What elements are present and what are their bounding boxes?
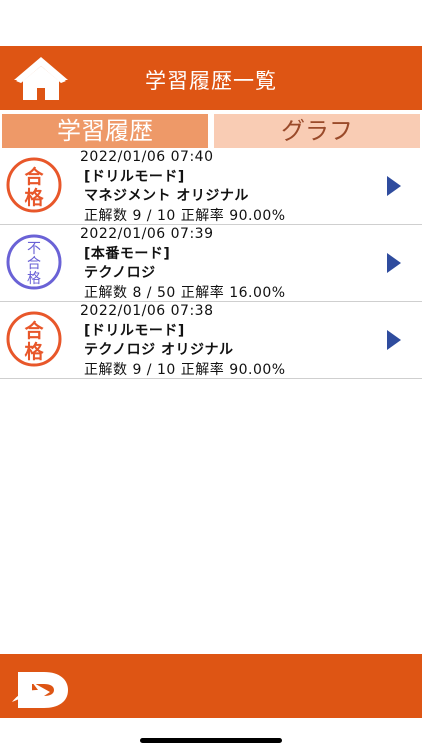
badge-text: 合	[24, 165, 44, 188]
history-row[interactable]: 不 合 格 2022/01/06 07:39 [本番モード] テクノロジ 正解数…	[0, 225, 422, 302]
history-category: テクノロジ オリジナル	[84, 342, 234, 358]
badge-text: 合	[27, 256, 41, 272]
history-date: 2022/01/06 07:39	[80, 226, 214, 242]
badge-text: 格	[27, 271, 41, 287]
badge-text: 格	[24, 186, 44, 209]
history-list: 合 格 2022/01/06 07:40 [ドリルモード] マネジメント オリジ…	[0, 148, 422, 379]
history-mode: [ドリルモード]	[84, 169, 185, 185]
badge-text: 合	[24, 319, 44, 342]
history-date: 2022/01/06 07:38	[80, 303, 214, 319]
history-score: 正解数 9 / 10 正解率 90.00%	[84, 208, 286, 224]
chevron-right-icon[interactable]	[387, 176, 401, 196]
page-title: 学習履歴一覧	[145, 69, 277, 93]
badge-text: 不	[27, 241, 41, 257]
tab-history[interactable]: 学習履歴	[2, 114, 208, 148]
history-row[interactable]: 合 格 2022/01/06 07:40 [ドリルモード] マネジメント オリジ…	[0, 148, 422, 225]
chevron-right-icon[interactable]	[387, 253, 401, 273]
app-header: 学習履歴一覧	[0, 46, 422, 110]
pass-badge-icon: 合 格	[6, 311, 62, 367]
tab-graph[interactable]: グラフ	[214, 114, 420, 148]
tab-bar: 学習履歴 グラフ	[0, 110, 422, 148]
history-mode: [ドリルモード]	[84, 323, 185, 339]
fail-badge-icon: 不 合 格	[6, 234, 62, 290]
pass-badge-icon: 合 格	[6, 157, 62, 213]
chevron-right-icon[interactable]	[387, 330, 401, 350]
history-score: 正解数 8 / 50 正解率 16.00%	[84, 285, 286, 301]
history-category: テクノロジ	[84, 265, 156, 281]
app-footer	[0, 654, 422, 718]
home-indicator	[140, 738, 282, 743]
history-score: 正解数 9 / 10 正解率 90.00%	[84, 362, 286, 378]
history-category: マネジメント オリジナル	[84, 188, 249, 204]
badge-text: 格	[24, 340, 44, 363]
history-mode: [本番モード]	[84, 246, 171, 262]
history-date: 2022/01/06 07:40	[80, 149, 214, 165]
history-row[interactable]: 合 格 2022/01/06 07:38 [ドリルモード] テクノロジ オリジナ…	[0, 302, 422, 379]
app-logo-icon[interactable]	[10, 662, 72, 712]
